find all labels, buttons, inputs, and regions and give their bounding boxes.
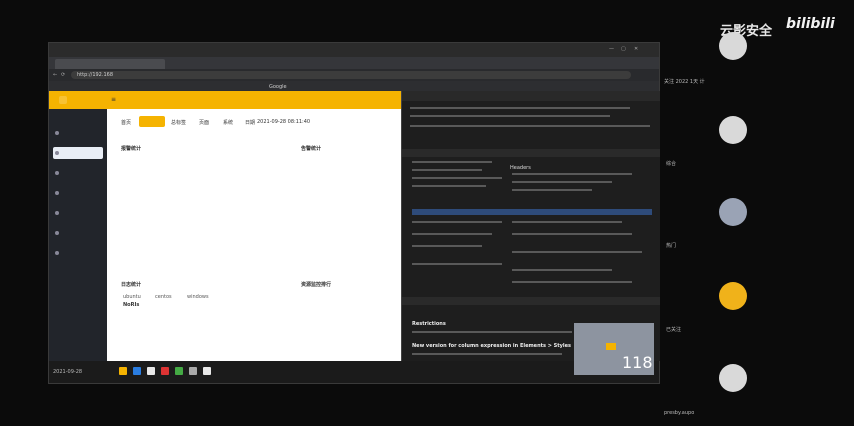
server-icon bbox=[55, 211, 59, 215]
video-counter: 118 bbox=[622, 353, 653, 372]
right-label: 已关注 bbox=[666, 327, 682, 333]
url-field[interactable]: http://192.168 bbox=[71, 71, 631, 79]
console-text: New version for column expression in Ele… bbox=[412, 343, 571, 349]
shield-icon bbox=[55, 191, 59, 195]
devtools-panel: Headers Restrictions New version for col… bbox=[401, 91, 660, 361]
sidebar-item[interactable] bbox=[53, 187, 103, 199]
headers-label[interactable]: Headers bbox=[510, 165, 531, 171]
tab-home[interactable]: 首页 bbox=[121, 119, 131, 126]
devtools-tabs bbox=[402, 149, 660, 157]
section-resource-rank: 资源监控排行 bbox=[301, 282, 332, 288]
sidebar-item[interactable] bbox=[53, 127, 103, 139]
bookmark-google[interactable]: Google bbox=[269, 84, 287, 90]
dashboard-icon bbox=[55, 151, 59, 155]
section-alert-stats: 告警统计 bbox=[301, 146, 322, 152]
active-tab-highlight bbox=[139, 116, 165, 127]
address-bar: ← ⟳ http://192.168 bbox=[49, 69, 659, 81]
menu-toggle-icon[interactable]: ≡ bbox=[111, 96, 116, 103]
maximize-icon[interactable]: ▢ bbox=[621, 46, 626, 52]
list-icon bbox=[55, 171, 59, 175]
app-icon[interactable] bbox=[161, 367, 169, 375]
legend-windows: windows bbox=[187, 294, 209, 300]
date-text: 2021-09-28 08:11:40 bbox=[257, 119, 311, 125]
right-label: 热门 bbox=[666, 243, 677, 249]
app-icon[interactable] bbox=[133, 367, 141, 375]
tab-total[interactable]: 总标签 bbox=[171, 119, 186, 126]
avatar[interactable] bbox=[719, 198, 747, 226]
folder-icon[interactable] bbox=[119, 367, 127, 375]
tab-bar bbox=[49, 57, 659, 69]
top-nav: ≡ bbox=[49, 91, 401, 109]
avatar[interactable] bbox=[719, 116, 747, 144]
home-icon bbox=[55, 131, 59, 135]
sidebar bbox=[49, 109, 107, 361]
section-alarm-stats: 报警统计 bbox=[121, 146, 142, 152]
minimize-icon[interactable]: — bbox=[609, 46, 614, 52]
legend-centos: centos bbox=[155, 294, 172, 300]
play-icon bbox=[606, 343, 616, 350]
sidebar-item-active[interactable] bbox=[53, 147, 103, 159]
app-icon[interactable] bbox=[147, 367, 155, 375]
close-icon[interactable]: ✕ bbox=[634, 46, 638, 52]
console-title: Restrictions bbox=[412, 321, 446, 327]
gear-icon bbox=[55, 251, 59, 255]
sidebar-item[interactable] bbox=[53, 227, 103, 239]
app-icon[interactable] bbox=[203, 367, 211, 375]
taskbar-clock: 2021-09-28 bbox=[53, 369, 83, 375]
logo-icon bbox=[59, 96, 67, 104]
taskbar: 2021-09-28 bbox=[49, 361, 659, 383]
section-log-stats: 日志统计 bbox=[121, 282, 142, 288]
reload-icon[interactable]: ⟳ bbox=[61, 72, 65, 78]
chart-icon bbox=[55, 231, 59, 235]
title-bar: ✕ ▢ — bbox=[49, 43, 659, 57]
webpage: ≡ 首页 总标签 页面 系统 日期 2021-09-28 08:11:40 报警… bbox=[49, 91, 401, 361]
url-text: http://192.168 bbox=[77, 72, 113, 78]
tab-page[interactable]: 页面 bbox=[199, 119, 209, 126]
back-icon[interactable]: ← bbox=[53, 72, 57, 78]
avatar-active[interactable] bbox=[719, 282, 747, 310]
selected-request-row[interactable] bbox=[412, 209, 652, 215]
devtools-toolbar bbox=[402, 91, 660, 101]
tab-date[interactable]: 日期 bbox=[245, 119, 255, 126]
right-bottom-text: presby.aupo bbox=[664, 410, 695, 416]
app-icon[interactable] bbox=[175, 367, 183, 375]
sidebar-item[interactable] bbox=[53, 207, 103, 219]
browser-tab[interactable] bbox=[55, 59, 165, 69]
avatar[interactable] bbox=[719, 364, 747, 392]
right-top-text: 关注 2022 1天 计 bbox=[664, 79, 705, 85]
legend-ubuntu: ubuntu bbox=[123, 294, 141, 300]
video-thumbnail[interactable]: 118 bbox=[574, 323, 654, 375]
console-tabs bbox=[402, 297, 660, 305]
right-label: 综合 bbox=[666, 161, 677, 167]
tab-system[interactable]: 系统 bbox=[223, 119, 233, 126]
browser-window: ✕ ▢ — ← ⟳ http://192.168 Google ≡ 首页 总标签… bbox=[48, 42, 660, 384]
avatar[interactable] bbox=[719, 32, 747, 60]
legend-sub: NoRIs bbox=[123, 302, 140, 308]
bilibili-logo: bilibili bbox=[786, 16, 835, 32]
sidebar-item[interactable] bbox=[53, 247, 103, 259]
app-icon[interactable] bbox=[189, 367, 197, 375]
sidebar-item[interactable] bbox=[53, 167, 103, 179]
main-content: 首页 总标签 页面 系统 日期 2021-09-28 08:11:40 报警统计… bbox=[107, 109, 401, 361]
